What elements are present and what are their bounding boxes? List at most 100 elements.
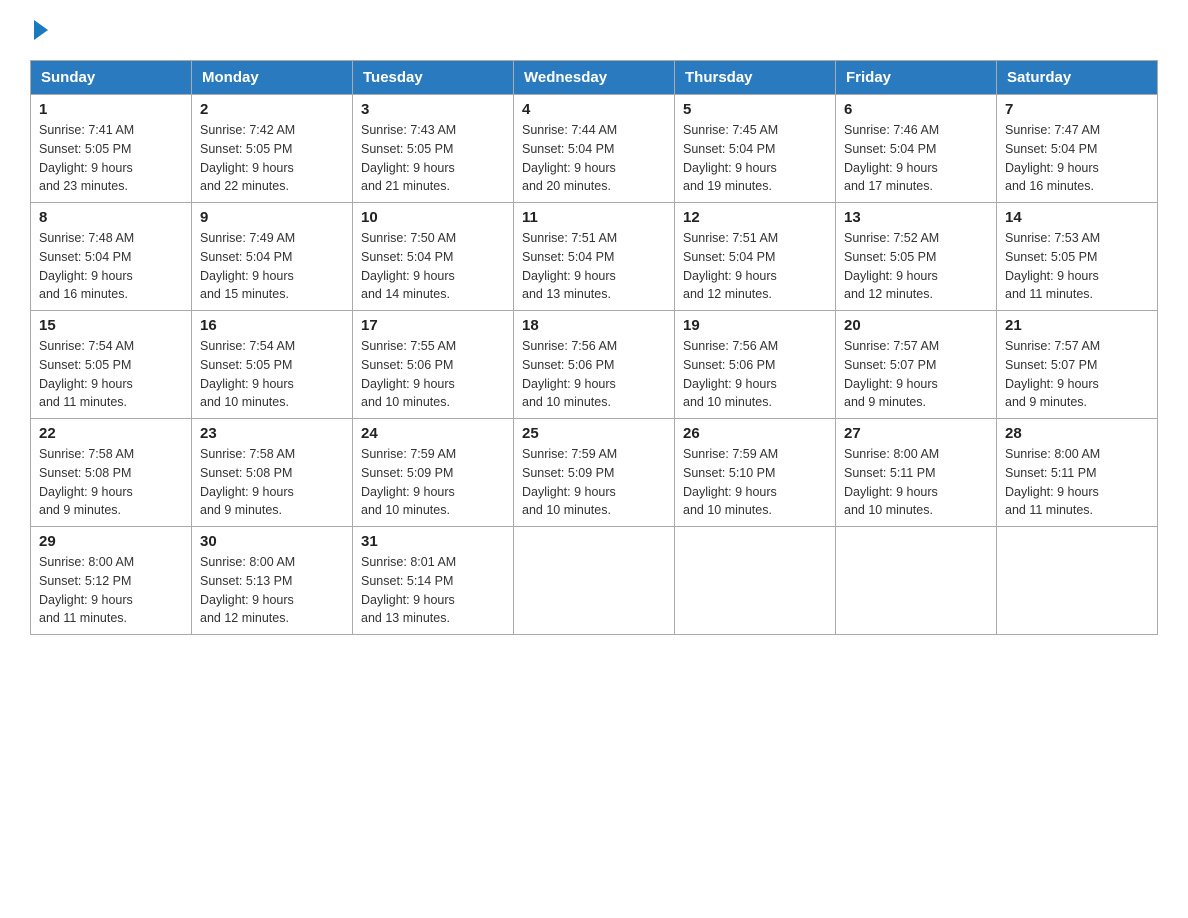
day-number: 23 xyxy=(200,425,344,442)
day-number: 14 xyxy=(1005,209,1149,226)
calendar-week-row: 22 Sunrise: 7:58 AM Sunset: 5:08 PM Dayl… xyxy=(31,419,1158,527)
calendar-cell: 28 Sunrise: 8:00 AM Sunset: 5:11 PM Dayl… xyxy=(997,419,1158,527)
calendar-header-row: SundayMondayTuesdayWednesdayThursdayFrid… xyxy=(31,61,1158,95)
day-of-week-header: Saturday xyxy=(997,61,1158,95)
calendar-cell: 14 Sunrise: 7:53 AM Sunset: 5:05 PM Dayl… xyxy=(997,203,1158,311)
day-number: 10 xyxy=(361,209,505,226)
calendar-week-row: 15 Sunrise: 7:54 AM Sunset: 5:05 PM Dayl… xyxy=(31,311,1158,419)
day-info: Sunrise: 7:57 AM Sunset: 5:07 PM Dayligh… xyxy=(1005,337,1149,412)
day-info: Sunrise: 7:44 AM Sunset: 5:04 PM Dayligh… xyxy=(522,121,666,196)
day-info: Sunrise: 7:56 AM Sunset: 5:06 PM Dayligh… xyxy=(683,337,827,412)
day-number: 31 xyxy=(361,533,505,550)
calendar-cell xyxy=(514,527,675,635)
day-of-week-header: Sunday xyxy=(31,61,192,95)
calendar-cell: 24 Sunrise: 7:59 AM Sunset: 5:09 PM Dayl… xyxy=(353,419,514,527)
logo xyxy=(30,20,50,40)
calendar-cell: 13 Sunrise: 7:52 AM Sunset: 5:05 PM Dayl… xyxy=(836,203,997,311)
calendar-cell xyxy=(836,527,997,635)
calendar-week-row: 8 Sunrise: 7:48 AM Sunset: 5:04 PM Dayli… xyxy=(31,203,1158,311)
day-number: 11 xyxy=(522,209,666,226)
calendar-cell xyxy=(675,527,836,635)
day-number: 30 xyxy=(200,533,344,550)
day-of-week-header: Wednesday xyxy=(514,61,675,95)
day-info: Sunrise: 7:59 AM Sunset: 5:10 PM Dayligh… xyxy=(683,445,827,520)
logo-arrow-icon xyxy=(34,20,48,40)
day-number: 1 xyxy=(39,101,183,118)
day-info: Sunrise: 7:50 AM Sunset: 5:04 PM Dayligh… xyxy=(361,229,505,304)
day-number: 16 xyxy=(200,317,344,334)
day-info: Sunrise: 7:59 AM Sunset: 5:09 PM Dayligh… xyxy=(361,445,505,520)
day-info: Sunrise: 7:52 AM Sunset: 5:05 PM Dayligh… xyxy=(844,229,988,304)
day-number: 4 xyxy=(522,101,666,118)
calendar-cell: 17 Sunrise: 7:55 AM Sunset: 5:06 PM Dayl… xyxy=(353,311,514,419)
day-number: 18 xyxy=(522,317,666,334)
day-info: Sunrise: 7:51 AM Sunset: 5:04 PM Dayligh… xyxy=(683,229,827,304)
calendar-cell: 6 Sunrise: 7:46 AM Sunset: 5:04 PM Dayli… xyxy=(836,95,997,203)
day-info: Sunrise: 7:45 AM Sunset: 5:04 PM Dayligh… xyxy=(683,121,827,196)
day-number: 26 xyxy=(683,425,827,442)
calendar-week-row: 29 Sunrise: 8:00 AM Sunset: 5:12 PM Dayl… xyxy=(31,527,1158,635)
day-number: 3 xyxy=(361,101,505,118)
day-info: Sunrise: 7:56 AM Sunset: 5:06 PM Dayligh… xyxy=(522,337,666,412)
calendar-cell: 18 Sunrise: 7:56 AM Sunset: 5:06 PM Dayl… xyxy=(514,311,675,419)
day-info: Sunrise: 7:41 AM Sunset: 5:05 PM Dayligh… xyxy=(39,121,183,196)
calendar-cell: 25 Sunrise: 7:59 AM Sunset: 5:09 PM Dayl… xyxy=(514,419,675,527)
calendar-cell: 2 Sunrise: 7:42 AM Sunset: 5:05 PM Dayli… xyxy=(192,95,353,203)
day-number: 17 xyxy=(361,317,505,334)
day-of-week-header: Monday xyxy=(192,61,353,95)
day-number: 25 xyxy=(522,425,666,442)
calendar-cell: 26 Sunrise: 7:59 AM Sunset: 5:10 PM Dayl… xyxy=(675,419,836,527)
day-number: 24 xyxy=(361,425,505,442)
calendar-cell: 8 Sunrise: 7:48 AM Sunset: 5:04 PM Dayli… xyxy=(31,203,192,311)
day-info: Sunrise: 7:59 AM Sunset: 5:09 PM Dayligh… xyxy=(522,445,666,520)
calendar-cell: 29 Sunrise: 8:00 AM Sunset: 5:12 PM Dayl… xyxy=(31,527,192,635)
day-number: 2 xyxy=(200,101,344,118)
calendar-cell: 22 Sunrise: 7:58 AM Sunset: 5:08 PM Dayl… xyxy=(31,419,192,527)
day-info: Sunrise: 7:57 AM Sunset: 5:07 PM Dayligh… xyxy=(844,337,988,412)
day-info: Sunrise: 7:48 AM Sunset: 5:04 PM Dayligh… xyxy=(39,229,183,304)
calendar-cell: 23 Sunrise: 7:58 AM Sunset: 5:08 PM Dayl… xyxy=(192,419,353,527)
day-number: 8 xyxy=(39,209,183,226)
day-number: 15 xyxy=(39,317,183,334)
day-info: Sunrise: 7:49 AM Sunset: 5:04 PM Dayligh… xyxy=(200,229,344,304)
day-number: 19 xyxy=(683,317,827,334)
day-of-week-header: Tuesday xyxy=(353,61,514,95)
day-number: 22 xyxy=(39,425,183,442)
calendar-cell xyxy=(997,527,1158,635)
calendar-cell: 12 Sunrise: 7:51 AM Sunset: 5:04 PM Dayl… xyxy=(675,203,836,311)
day-info: Sunrise: 8:00 AM Sunset: 5:11 PM Dayligh… xyxy=(1005,445,1149,520)
day-info: Sunrise: 7:58 AM Sunset: 5:08 PM Dayligh… xyxy=(39,445,183,520)
day-info: Sunrise: 7:54 AM Sunset: 5:05 PM Dayligh… xyxy=(39,337,183,412)
day-info: Sunrise: 7:46 AM Sunset: 5:04 PM Dayligh… xyxy=(844,121,988,196)
calendar-cell: 5 Sunrise: 7:45 AM Sunset: 5:04 PM Dayli… xyxy=(675,95,836,203)
day-of-week-header: Thursday xyxy=(675,61,836,95)
day-info: Sunrise: 7:53 AM Sunset: 5:05 PM Dayligh… xyxy=(1005,229,1149,304)
calendar-week-row: 1 Sunrise: 7:41 AM Sunset: 5:05 PM Dayli… xyxy=(31,95,1158,203)
calendar-cell: 1 Sunrise: 7:41 AM Sunset: 5:05 PM Dayli… xyxy=(31,95,192,203)
day-number: 20 xyxy=(844,317,988,334)
page-header xyxy=(30,20,1158,40)
calendar-cell: 19 Sunrise: 7:56 AM Sunset: 5:06 PM Dayl… xyxy=(675,311,836,419)
day-info: Sunrise: 7:47 AM Sunset: 5:04 PM Dayligh… xyxy=(1005,121,1149,196)
day-info: Sunrise: 7:55 AM Sunset: 5:06 PM Dayligh… xyxy=(361,337,505,412)
calendar-cell: 30 Sunrise: 8:00 AM Sunset: 5:13 PM Dayl… xyxy=(192,527,353,635)
day-info: Sunrise: 7:54 AM Sunset: 5:05 PM Dayligh… xyxy=(200,337,344,412)
day-info: Sunrise: 7:51 AM Sunset: 5:04 PM Dayligh… xyxy=(522,229,666,304)
calendar-cell: 3 Sunrise: 7:43 AM Sunset: 5:05 PM Dayli… xyxy=(353,95,514,203)
calendar-cell: 20 Sunrise: 7:57 AM Sunset: 5:07 PM Dayl… xyxy=(836,311,997,419)
calendar-cell: 10 Sunrise: 7:50 AM Sunset: 5:04 PM Dayl… xyxy=(353,203,514,311)
calendar-cell: 16 Sunrise: 7:54 AM Sunset: 5:05 PM Dayl… xyxy=(192,311,353,419)
calendar-cell: 27 Sunrise: 8:00 AM Sunset: 5:11 PM Dayl… xyxy=(836,419,997,527)
day-number: 5 xyxy=(683,101,827,118)
day-number: 12 xyxy=(683,209,827,226)
calendar-cell: 31 Sunrise: 8:01 AM Sunset: 5:14 PM Dayl… xyxy=(353,527,514,635)
day-number: 9 xyxy=(200,209,344,226)
calendar-cell: 4 Sunrise: 7:44 AM Sunset: 5:04 PM Dayli… xyxy=(514,95,675,203)
calendar-cell: 7 Sunrise: 7:47 AM Sunset: 5:04 PM Dayli… xyxy=(997,95,1158,203)
calendar-cell: 15 Sunrise: 7:54 AM Sunset: 5:05 PM Dayl… xyxy=(31,311,192,419)
day-info: Sunrise: 8:01 AM Sunset: 5:14 PM Dayligh… xyxy=(361,553,505,628)
day-number: 21 xyxy=(1005,317,1149,334)
day-of-week-header: Friday xyxy=(836,61,997,95)
day-number: 27 xyxy=(844,425,988,442)
day-number: 28 xyxy=(1005,425,1149,442)
